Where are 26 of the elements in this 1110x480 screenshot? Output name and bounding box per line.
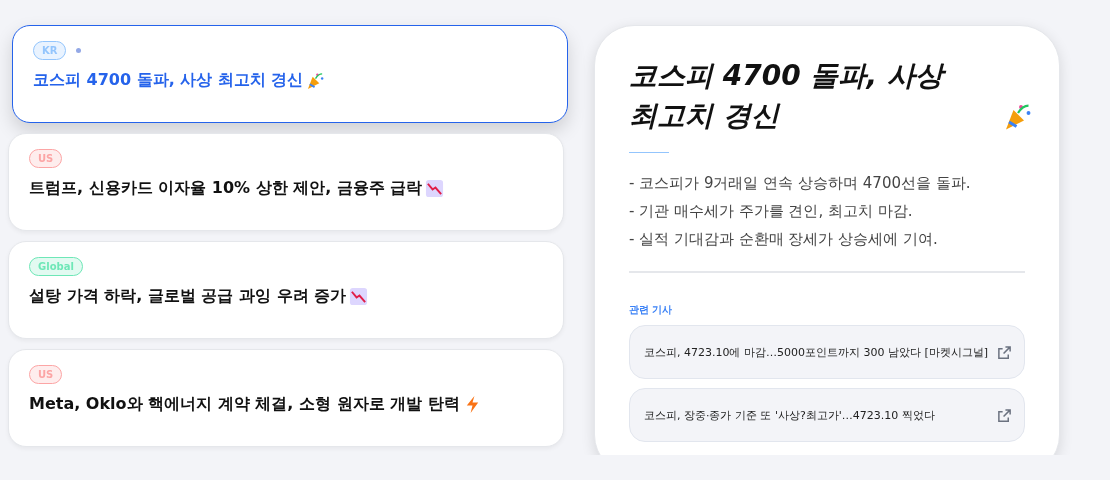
external-link-icon	[997, 407, 1012, 423]
related-article-link[interactable]: 코스피, 4723.10에 마감…5000포인트까지 300 남았다 [마켓시그널]	[629, 325, 1025, 379]
chart-down-icon	[425, 179, 445, 198]
article-title: 코스피 4700 돌파, 사상 최고치 경신	[629, 56, 999, 136]
news-title: Meta, Oklo와 핵에너지 계약 체결, 소형 원자로 개발 탄력	[29, 394, 460, 415]
party-popper-icon	[306, 71, 326, 90]
region-tag: Global	[29, 256, 83, 276]
news-card[interactable]: US Meta, Oklo와 핵에너지 계약 체결, 소형 원자로 개발 탄력	[8, 349, 564, 447]
news-card[interactable]: KR 코스피 4700 돌파, 사상 최고치 경신	[12, 25, 568, 123]
region-tag: US	[29, 148, 63, 168]
news-card[interactable]: US 트럼프, 신용카드 이자율 10% 상한 제안, 금융주 급락	[8, 133, 564, 231]
summary-line: - 실적 기대감과 순환매 장세가 상승세에 기여.	[629, 229, 939, 250]
summary-line: - 코스피가 9거래일 연속 상승하며 4700선을 돌파.	[629, 173, 972, 194]
news-title: 설탕 가격 하락, 글로벌 공급 과잉 우려 증가	[29, 286, 347, 307]
news-title: 트럼프, 신용카드 이자율 10% 상한 제안, 금융주 급락	[29, 178, 423, 199]
selected-dot	[76, 47, 82, 53]
related-label: 관련 기사	[629, 303, 674, 317]
related-article-link[interactable]: 코스피, 장중·종가 기준 또 '사상?최고가'…4723.10 찍었다	[629, 388, 1025, 442]
news-card[interactable]: Global 설탕 가격 하락, 글로벌 공급 과잉 우려 증가	[8, 241, 564, 339]
news-title: 코스피 4700 돌파, 사상 최고치 경신	[33, 70, 304, 91]
region-tag: KR	[33, 40, 67, 60]
region-tag: US	[29, 364, 63, 384]
chart-down-icon	[349, 287, 369, 306]
external-link-icon	[997, 344, 1012, 360]
party-popper-icon	[1003, 101, 1033, 131]
summary-line: - 기관 매수세가 주가를 견인, 최고치 마감.	[629, 201, 914, 222]
